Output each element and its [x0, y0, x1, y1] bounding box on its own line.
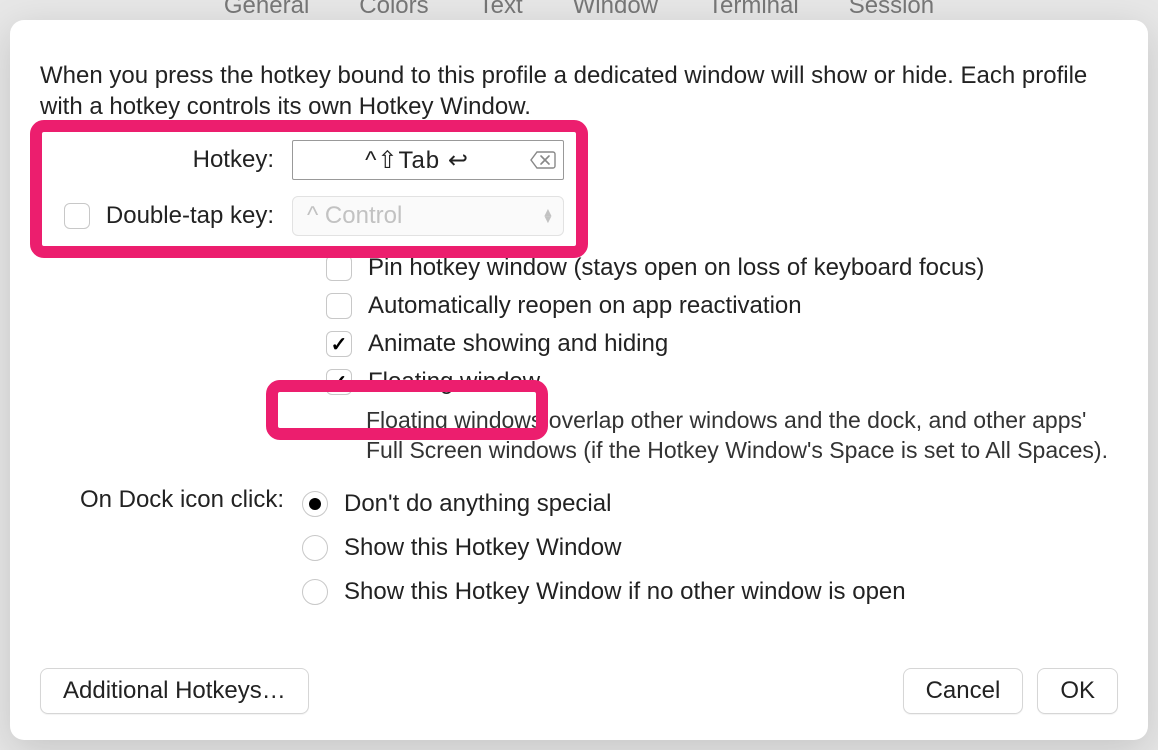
dock-radio-none[interactable] [302, 491, 328, 517]
reopen-checkbox[interactable] [326, 293, 352, 319]
tab-window[interactable]: Window [573, 0, 658, 18]
tab-general[interactable]: General [224, 0, 309, 18]
floating-label: Floating window [368, 368, 540, 396]
intro-text: When you press the hotkey bound to this … [40, 60, 1118, 122]
tab-terminal[interactable]: Terminal [708, 0, 799, 18]
doubletap-checkbox[interactable] [64, 203, 90, 229]
hotkey-recorder[interactable]: ^⇧Tab ↩ [292, 140, 564, 180]
dock-radio-none-label: Don't do anything special [344, 490, 611, 518]
tab-colors[interactable]: Colors [359, 0, 428, 18]
tab-session[interactable]: Session [849, 0, 934, 18]
floating-checkbox[interactable] [326, 369, 352, 395]
dock-radio-show-if-none-label: Show this Hotkey Window if no other wind… [344, 578, 906, 606]
hotkey-config-sheet: When you press the hotkey bound to this … [10, 20, 1148, 740]
reopen-label: Automatically reopen on app reactivation [368, 292, 802, 320]
doubletap-popup-value: ^ Control [307, 202, 402, 230]
hotkey-value: ^⇧Tab ↩ [305, 146, 529, 175]
ok-button[interactable]: OK [1037, 668, 1118, 714]
dock-radio-show-label: Show this Hotkey Window [344, 534, 621, 562]
dock-radio-show-if-none[interactable] [302, 579, 328, 605]
dock-radio-show[interactable] [302, 535, 328, 561]
cancel-button[interactable]: Cancel [903, 668, 1024, 714]
pin-checkbox[interactable] [326, 255, 352, 281]
hotkey-label: Hotkey: [40, 146, 292, 174]
pin-label: Pin hotkey window (stays open on loss of… [368, 254, 984, 282]
popup-arrows-icon: ▲▼ [541, 209, 555, 223]
animate-checkbox[interactable] [326, 331, 352, 357]
doubletap-label: Double-tap key: [106, 202, 274, 230]
additional-hotkeys-button[interactable]: Additional Hotkeys… [40, 668, 309, 714]
hotkey-clear-icon[interactable] [529, 149, 557, 171]
dock-click-label: On Dock icon click: [40, 482, 302, 514]
animate-label: Animate showing and hiding [368, 330, 668, 358]
doubletap-popup: ^ Control ▲▼ [292, 196, 564, 236]
floating-help-text: Floating windows overlap other windows a… [366, 406, 1118, 466]
tab-text[interactable]: Text [479, 0, 523, 18]
